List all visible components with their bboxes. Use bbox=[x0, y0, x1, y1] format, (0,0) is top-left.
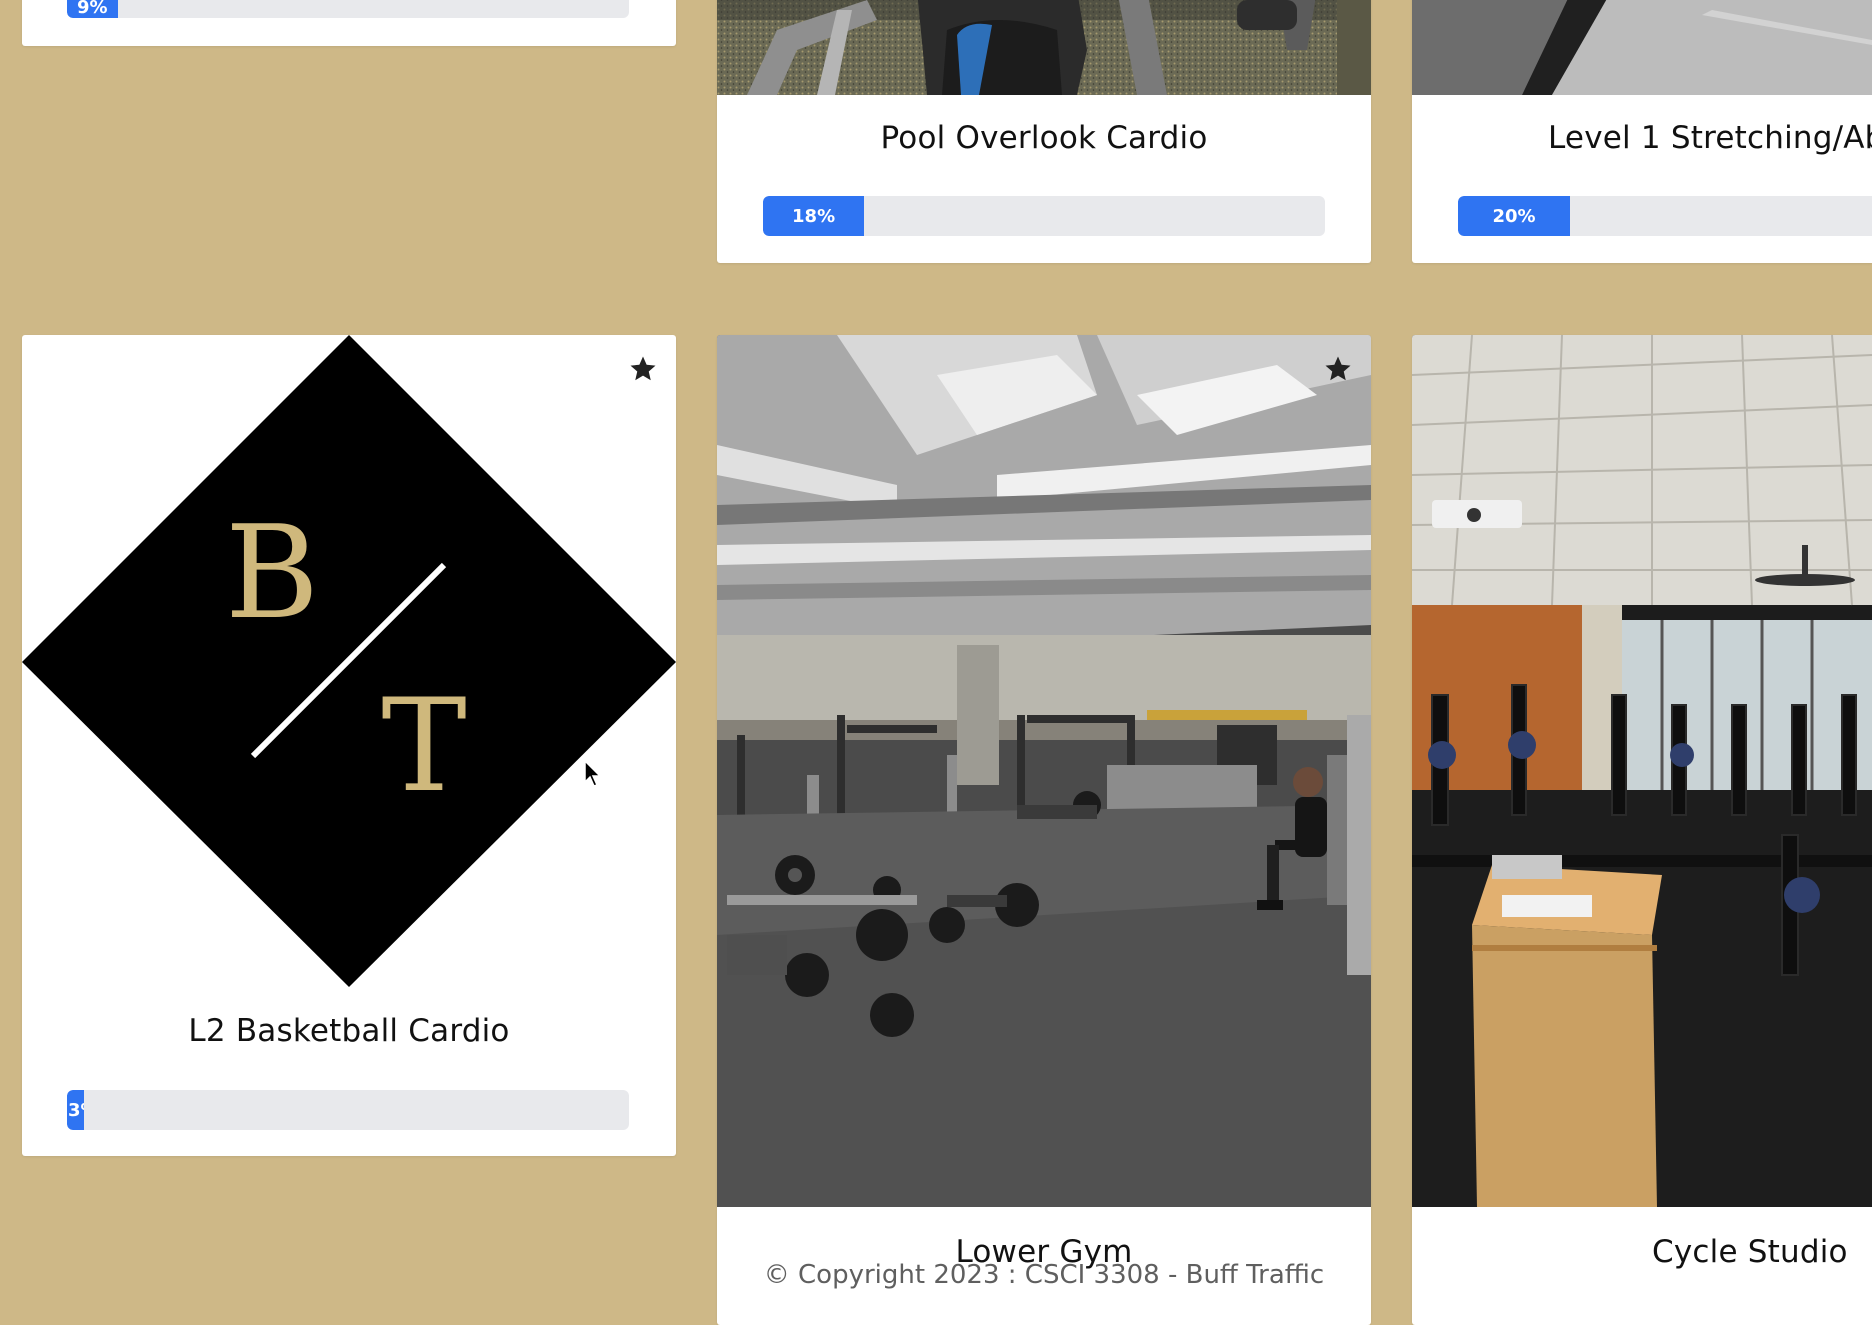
star-icon[interactable] bbox=[628, 354, 658, 384]
gym-card-lower-gym[interactable]: Lower Gym bbox=[717, 335, 1371, 1325]
buff-traffic-logo: B T bbox=[22, 335, 676, 995]
gym-card-pool-overlook-cardio[interactable]: Pool Overlook Cardio 18% bbox=[717, 0, 1371, 263]
pool-overlook-photo bbox=[717, 0, 1371, 95]
area-photo bbox=[717, 0, 1371, 95]
capacity-progress-fill: 18% bbox=[763, 196, 865, 236]
capacity-progress-label: 18% bbox=[792, 205, 836, 227]
area-photo bbox=[717, 335, 1371, 1207]
card-title: Pool Overlook Cardio bbox=[880, 120, 1208, 156]
star-icon[interactable] bbox=[1323, 354, 1353, 384]
gym-card-cycle-studio[interactable]: Cycle Studio bbox=[1412, 335, 1872, 1325]
lower-gym-photo bbox=[717, 335, 1371, 1207]
stretching-area-photo bbox=[1412, 0, 1872, 95]
capacity-progress: 18% bbox=[763, 196, 1325, 236]
area-photo bbox=[1412, 335, 1872, 1207]
gym-card-level-1-stretching[interactable]: Level 1 Stretching/Ab Area 20% bbox=[1412, 0, 1872, 263]
capacity-progress-label: 3% bbox=[68, 1099, 84, 1121]
cursor-icon bbox=[584, 760, 602, 787]
capacity-progress-label: 9% bbox=[77, 0, 108, 18]
capacity-progress: 3% bbox=[67, 1090, 629, 1130]
card-title: L2 Basketball Cardio bbox=[188, 1013, 510, 1049]
capacity-progress-fill: 20% bbox=[1458, 196, 1570, 236]
capacity-progress-label: 20% bbox=[1492, 205, 1536, 227]
capacity-progress-fill: 9% bbox=[67, 0, 118, 18]
gym-card-l2-basketball-cardio[interactable]: B T L2 Basketball Cardio 3% bbox=[22, 335, 676, 1156]
area-photo bbox=[1412, 0, 1872, 95]
capacity-progress-fill: 3% bbox=[67, 1090, 84, 1130]
capacity-progress: 20% bbox=[1458, 196, 1872, 236]
gym-card-top-left[interactable]: 9% bbox=[22, 0, 676, 46]
card-title: Level 1 Stretching/Ab Area bbox=[1548, 120, 1872, 156]
card-title: Cycle Studio bbox=[1652, 1234, 1848, 1270]
footer-copyright: © Copyright 2023 : CSCI 3308 - Buff Traf… bbox=[763, 1260, 1325, 1290]
logo-letter-t: T bbox=[381, 672, 466, 821]
cycle-studio-photo bbox=[1412, 335, 1872, 1207]
buff-traffic-logo-graphic: B T bbox=[22, 335, 676, 987]
logo-letter-b: B bbox=[225, 499, 319, 648]
capacity-progress: 9% bbox=[67, 0, 629, 18]
